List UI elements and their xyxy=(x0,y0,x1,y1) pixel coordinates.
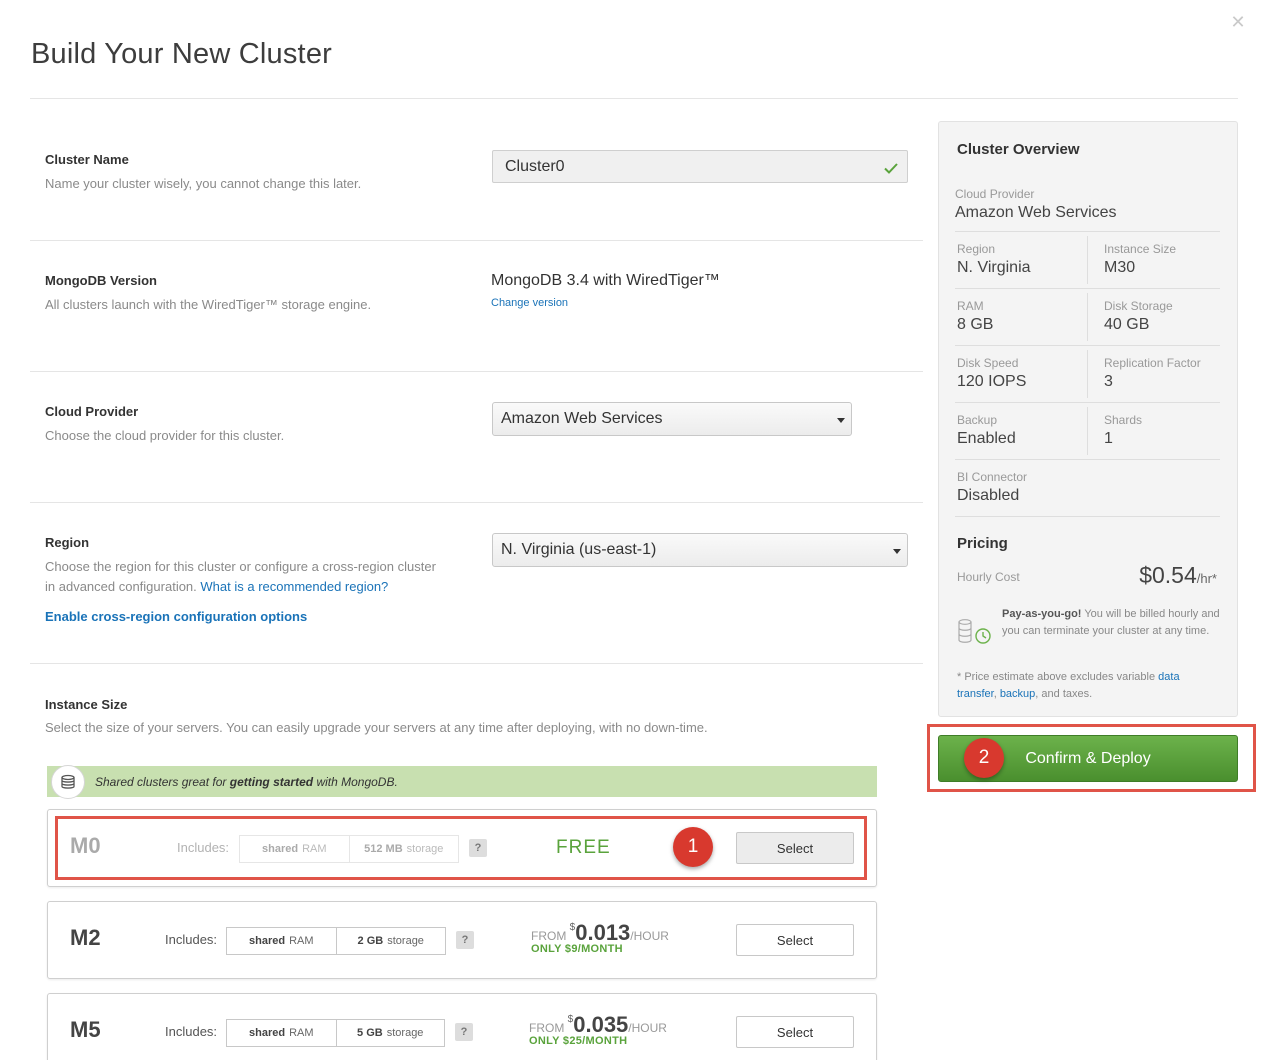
monthly-price: ONLY $9/MONTH xyxy=(531,943,623,955)
ov-disk-storage: Disk Storage 40 GB xyxy=(1104,299,1173,333)
mongodb-version-desc: All clusters launch with the WiredTiger™… xyxy=(45,297,372,312)
cluster-name-desc: Name your cluster wisely, you cannot cha… xyxy=(45,176,362,191)
tier-card-m5: M5 Includes: shared RAM 5 GB storage ? FRO… xyxy=(47,993,877,1060)
cloud-provider-section: Cloud Provider Choose the cloud provider… xyxy=(30,372,923,503)
divider xyxy=(955,459,1220,460)
pay-as-you-go-text: Pay-as-you-go! You will be billed hourly… xyxy=(1002,608,1220,637)
cloud-provider-label: Cloud Provider xyxy=(45,404,139,419)
select-m2-button[interactable]: Select xyxy=(736,924,854,956)
title-divider xyxy=(30,98,1238,99)
chevron-down-icon xyxy=(837,418,845,423)
ov-shards: Shards 1 xyxy=(1104,413,1143,447)
region-desc: Choose the region for this cluster or co… xyxy=(45,557,436,597)
shared-clusters-banner: Shared clusters great for getting starte… xyxy=(47,764,877,799)
spec-storage: 2 GB storage xyxy=(335,928,446,954)
banner-text-post: with MongoDB. xyxy=(316,774,398,789)
ov-ram: RAM 8 GB xyxy=(957,299,994,333)
banner-text-bold: getting started xyxy=(229,774,314,789)
ov-disk-speed: Disk Speed 120 IOPS xyxy=(957,356,1027,390)
tier-includes: Includes: xyxy=(165,1024,218,1039)
coins-clock-icon xyxy=(958,619,991,644)
tier-name: M2 xyxy=(70,925,101,950)
recommended-region-link[interactable]: What is a recommended region? xyxy=(200,579,388,594)
change-version-link[interactable]: Change version xyxy=(491,297,568,309)
cluster-overview-panel: Cluster Overview Cloud Provider Amazon We… xyxy=(938,121,1238,717)
divider xyxy=(955,231,1220,232)
region-section: Region Choose the region for this cluste… xyxy=(30,503,923,664)
spec-box: shared RAM 5 GB storage xyxy=(226,1019,445,1047)
cross-region-link[interactable]: Enable cross-region configuration option… xyxy=(45,609,307,624)
region-selected: N. Virginia (us-east-1) xyxy=(501,541,657,558)
price-footnote: * Price estimate above excludes variable… xyxy=(957,671,1180,700)
cluster-name-input[interactable]: Cluster0 xyxy=(492,150,908,183)
instance-size-desc: Select the size of your servers. You can… xyxy=(45,720,708,735)
spec-storage: 5 GB storage xyxy=(335,1020,445,1046)
close-icon[interactable]: ✕ xyxy=(1226,10,1250,34)
cluster-name-value: Cluster0 xyxy=(505,157,565,175)
callout-badge-2: 2 xyxy=(964,738,1004,778)
ov-bi-connector: BI Connector Disabled xyxy=(957,470,1028,504)
tier-card-m2: M2 Includes: shared RAM 2 GB storage ? FRO… xyxy=(47,901,877,979)
page-title: Build Your New Cluster xyxy=(31,38,332,70)
help-icon[interactable]: ? xyxy=(455,1023,473,1041)
cloud-provider-selected: Amazon Web Services xyxy=(501,410,663,427)
help-icon[interactable]: ? xyxy=(456,931,474,949)
banner-text-pre: Shared clusters great for xyxy=(95,774,227,789)
ov-backup: Backup Enabled xyxy=(957,413,1016,447)
region-select[interactable]: N. Virginia (us-east-1) xyxy=(492,533,908,567)
divider xyxy=(1087,350,1088,398)
cloud-provider-select[interactable]: Amazon Web Services xyxy=(492,402,852,436)
divider xyxy=(955,402,1220,403)
cluster-name-label: Cluster Name xyxy=(45,152,129,167)
ov-instance-size: Instance Size M30 xyxy=(1104,242,1177,276)
divider xyxy=(955,345,1220,346)
ov-cloud-provider: Cloud Provider Amazon Web Services xyxy=(955,187,1117,221)
check-icon xyxy=(884,163,898,174)
divider xyxy=(1087,407,1088,455)
callout-box-1 xyxy=(55,816,867,880)
chevron-down-icon xyxy=(893,549,901,554)
ov-replication-factor: Replication Factor 3 xyxy=(1104,356,1201,390)
backup-link[interactable]: backup xyxy=(1000,688,1035,700)
divider xyxy=(955,288,1220,289)
cloud-provider-desc: Choose the cloud provider for this clust… xyxy=(45,428,285,443)
select-m5-button[interactable]: Select xyxy=(736,1016,854,1048)
hourly-cost-label: Hourly Cost xyxy=(957,570,1020,584)
hourly-cost-value: $0.54/hr* xyxy=(1139,562,1217,588)
mongodb-version-section: MongoDB Version All clusters launch with… xyxy=(30,241,923,372)
region-desc-line2: in advanced configuration. xyxy=(45,579,197,594)
pricing-title: Pricing xyxy=(957,535,1008,552)
tier-name: M5 xyxy=(70,1017,101,1042)
ov-region: Region N. Virginia xyxy=(957,242,1031,276)
database-icon xyxy=(51,764,85,799)
tier-includes: Includes: xyxy=(165,932,218,947)
mongodb-version-value: MongoDB 3.4 with WiredTiger™ xyxy=(491,272,720,289)
instance-size-label: Instance Size xyxy=(45,697,128,712)
spec-ram: shared RAM xyxy=(248,935,314,947)
divider xyxy=(1087,236,1088,284)
spec-ram: shared RAM xyxy=(248,1027,314,1039)
mongodb-version-label: MongoDB Version xyxy=(45,273,157,288)
cluster-name-section: Cluster Name Name your cluster wisely, y… xyxy=(30,120,923,241)
region-desc-line1: Choose the region for this cluster or co… xyxy=(45,559,436,574)
spec-box: shared RAM 2 GB storage xyxy=(226,927,446,955)
monthly-price: ONLY $25/MONTH xyxy=(529,1035,628,1047)
callout-badge-1: 1 xyxy=(673,827,713,867)
overview-title: Cluster Overview xyxy=(957,141,1080,158)
divider xyxy=(1087,293,1088,341)
region-label: Region xyxy=(45,535,90,550)
divider xyxy=(955,516,1220,517)
